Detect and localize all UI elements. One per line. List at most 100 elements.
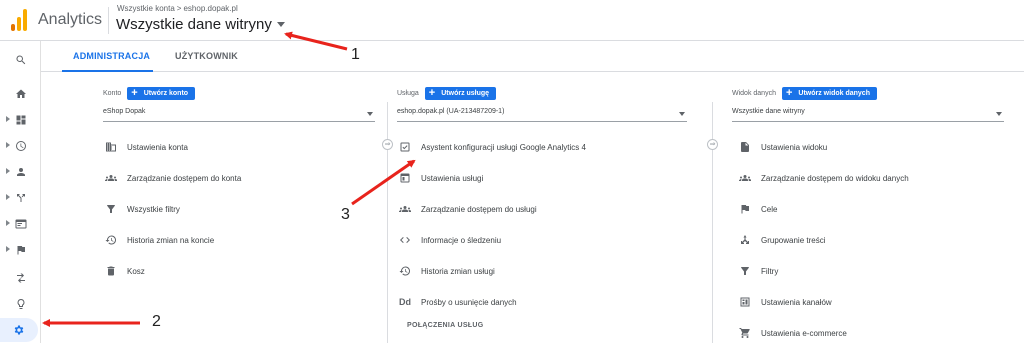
- menu-label: Filtry: [761, 266, 779, 276]
- tab-administracja[interactable]: ADMINISTRACJA: [73, 51, 150, 61]
- menu-label: Zarządzanie dostępem do konta: [127, 173, 242, 183]
- plus-icon: +: [785, 87, 793, 99]
- menu-data-deletion-requests[interactable]: Dd Prośby o usunięcie danych: [398, 287, 517, 317]
- acquisition-button[interactable]: [0, 187, 41, 209]
- menu-label: Prośby o usunięcie danych: [421, 297, 517, 307]
- home-button[interactable]: [0, 83, 41, 105]
- admin-button[interactable]: [0, 318, 38, 342]
- flag-icon: [17, 246, 25, 255]
- menu-account-history[interactable]: Historia zmian na koncie: [104, 225, 214, 255]
- menu-label: Ustawienia e-commerce: [761, 328, 847, 338]
- menu-label: Kosz: [127, 266, 145, 276]
- account-selector-value: eShop Dopak: [103, 108, 146, 115]
- dropdown-arrow-icon: [679, 112, 685, 116]
- account-column-header: Konto + Utwórz konto: [103, 87, 196, 100]
- property-selector[interactable]: eshop.dopak.pl (UA-213487209-1): [397, 108, 687, 122]
- view-data-selector[interactable]: Wszystkie dane witryny: [732, 108, 1004, 122]
- menu-all-filters[interactable]: Wszystkie filtry: [104, 194, 180, 224]
- flag-icon: [738, 202, 752, 216]
- caret-down-icon: [276, 21, 285, 27]
- create-account-button[interactable]: + Utwórz konto: [127, 87, 196, 100]
- menu-tracking-info[interactable]: Informacje o śledzeniu: [398, 225, 501, 255]
- person-icon: [16, 168, 25, 176]
- admin-tabs: ADMINISTRACJA UŻYTKOWNIK: [41, 41, 1024, 72]
- analytics-logo-icon[interactable]: [11, 9, 27, 31]
- view-selector-label: Wszystkie dane witryny: [116, 16, 272, 33]
- audience-button[interactable]: [0, 161, 41, 183]
- menu-label: Grupowanie treści: [761, 235, 826, 245]
- people-icon: [398, 202, 412, 216]
- realtime-button[interactable]: [0, 135, 41, 157]
- menu-content-grouping[interactable]: Grupowanie treści: [738, 225, 825, 255]
- menu-label: Zarządzanie dostępem do widoku danych: [761, 173, 909, 183]
- account-label: Konto: [103, 90, 122, 97]
- column-link-arrow-icon: ⇒: [382, 139, 393, 150]
- channel-icon: [738, 295, 752, 309]
- property-selector-value: eshop.dopak.pl (UA-213487209-1): [397, 108, 505, 115]
- section-title-property-links: POŁĄCZENIA USŁUG: [407, 322, 484, 329]
- menu-property-access[interactable]: Zarządzanie dostępem do usługi: [398, 194, 537, 224]
- people-icon: [738, 171, 752, 185]
- menu-label: Ustawienia konta: [127, 142, 188, 152]
- menu-label: Historia zmian usługi: [421, 266, 495, 276]
- app-name: Analytics: [38, 11, 103, 28]
- menu-view-settings[interactable]: Ustawienia widoku: [738, 132, 827, 162]
- plus-icon: +: [428, 87, 436, 99]
- trash-icon: [104, 264, 118, 278]
- create-property-button[interactable]: + Utwórz usługę: [424, 87, 497, 100]
- menu-label: Ustawienia usługi: [421, 173, 484, 183]
- menu-channel-settings[interactable]: Ustawienia kanałów: [738, 287, 832, 317]
- column-link-arrow-icon: ⇒: [707, 139, 718, 150]
- menu-label: Ustawienia widoku: [761, 142, 828, 152]
- customization-button[interactable]: [0, 109, 41, 131]
- menu-label: Cele: [761, 204, 778, 214]
- lightbulb-icon: [17, 299, 24, 309]
- history-icon: [398, 264, 412, 278]
- create-property-label: Utwórz usługę: [441, 90, 490, 97]
- menu-goals[interactable]: Cele: [738, 194, 777, 224]
- annotation-number-1: 1: [351, 46, 360, 63]
- attribution-button[interactable]: [0, 267, 41, 289]
- menu-view-access[interactable]: Zarządzanie dostępem do widoku danych: [738, 163, 909, 193]
- menu-filters[interactable]: Filtry: [738, 256, 778, 286]
- create-view-label: Utwórz widok danych: [798, 90, 870, 97]
- breadcrumb-property[interactable]: eshop.dopak.pl: [183, 4, 237, 13]
- breadcrumb-account[interactable]: Wszystkie konta: [117, 4, 175, 13]
- expand-arrow-icon: [6, 168, 10, 174]
- expand-arrow-icon: [6, 142, 10, 148]
- checkbox-icon: [398, 140, 412, 154]
- menu-account-access[interactable]: Zarządzanie dostępem do konta: [104, 163, 241, 193]
- behavior-button[interactable]: [0, 213, 41, 235]
- discover-button[interactable]: [0, 293, 41, 315]
- menu-account-settings[interactable]: Ustawienia konta: [104, 132, 188, 162]
- property-column-header: Usługa + Utwórz usługę: [397, 87, 497, 100]
- menu-label: Historia zmian na koncie: [127, 235, 215, 245]
- cart-icon: [738, 326, 752, 340]
- view-column-header: Widok danych + Utwórz widok danych: [732, 87, 877, 100]
- view-label: Widok danych: [732, 90, 776, 97]
- dd-icon: Dd: [399, 297, 411, 307]
- view-selector[interactable]: Wszystkie dane witryny: [116, 16, 285, 33]
- menu-property-history[interactable]: Historia zmian usługi: [398, 256, 495, 286]
- create-account-label: Utwórz konto: [143, 90, 189, 97]
- conversions-button[interactable]: [0, 239, 41, 261]
- search-button[interactable]: [0, 49, 41, 71]
- menu-ga4-setup-assistant[interactable]: Asystent konfiguracji usługi Google Anal…: [398, 132, 586, 162]
- menu-ecommerce-settings[interactable]: Ustawienia e-commerce: [738, 318, 847, 343]
- create-view-button[interactable]: + Utwórz widok danych: [781, 87, 877, 100]
- search-icon: [15, 55, 25, 65]
- menu-trash[interactable]: Kosz: [104, 256, 145, 286]
- tab-uzytkownik[interactable]: UŻYTKOWNIK: [175, 51, 238, 61]
- menu-label: Asystent konfiguracji usługi Google Anal…: [421, 142, 586, 152]
- menu-property-settings[interactable]: Ustawienia usługi: [398, 163, 483, 193]
- expand-arrow-icon: [6, 246, 10, 252]
- dropdown-arrow-icon: [996, 112, 1002, 116]
- view-selector-value: Wszystkie dane witryny: [732, 108, 805, 115]
- dropdown-arrow-icon: [367, 112, 373, 116]
- account-selector[interactable]: eShop Dopak: [103, 108, 375, 122]
- menu-label: Zarządzanie dostępem do usługi: [421, 204, 537, 214]
- attribution-icon: [16, 273, 25, 283]
- annotation-number-2: 2: [152, 313, 161, 330]
- grouping-icon: [738, 233, 752, 247]
- filter-icon: [104, 202, 118, 216]
